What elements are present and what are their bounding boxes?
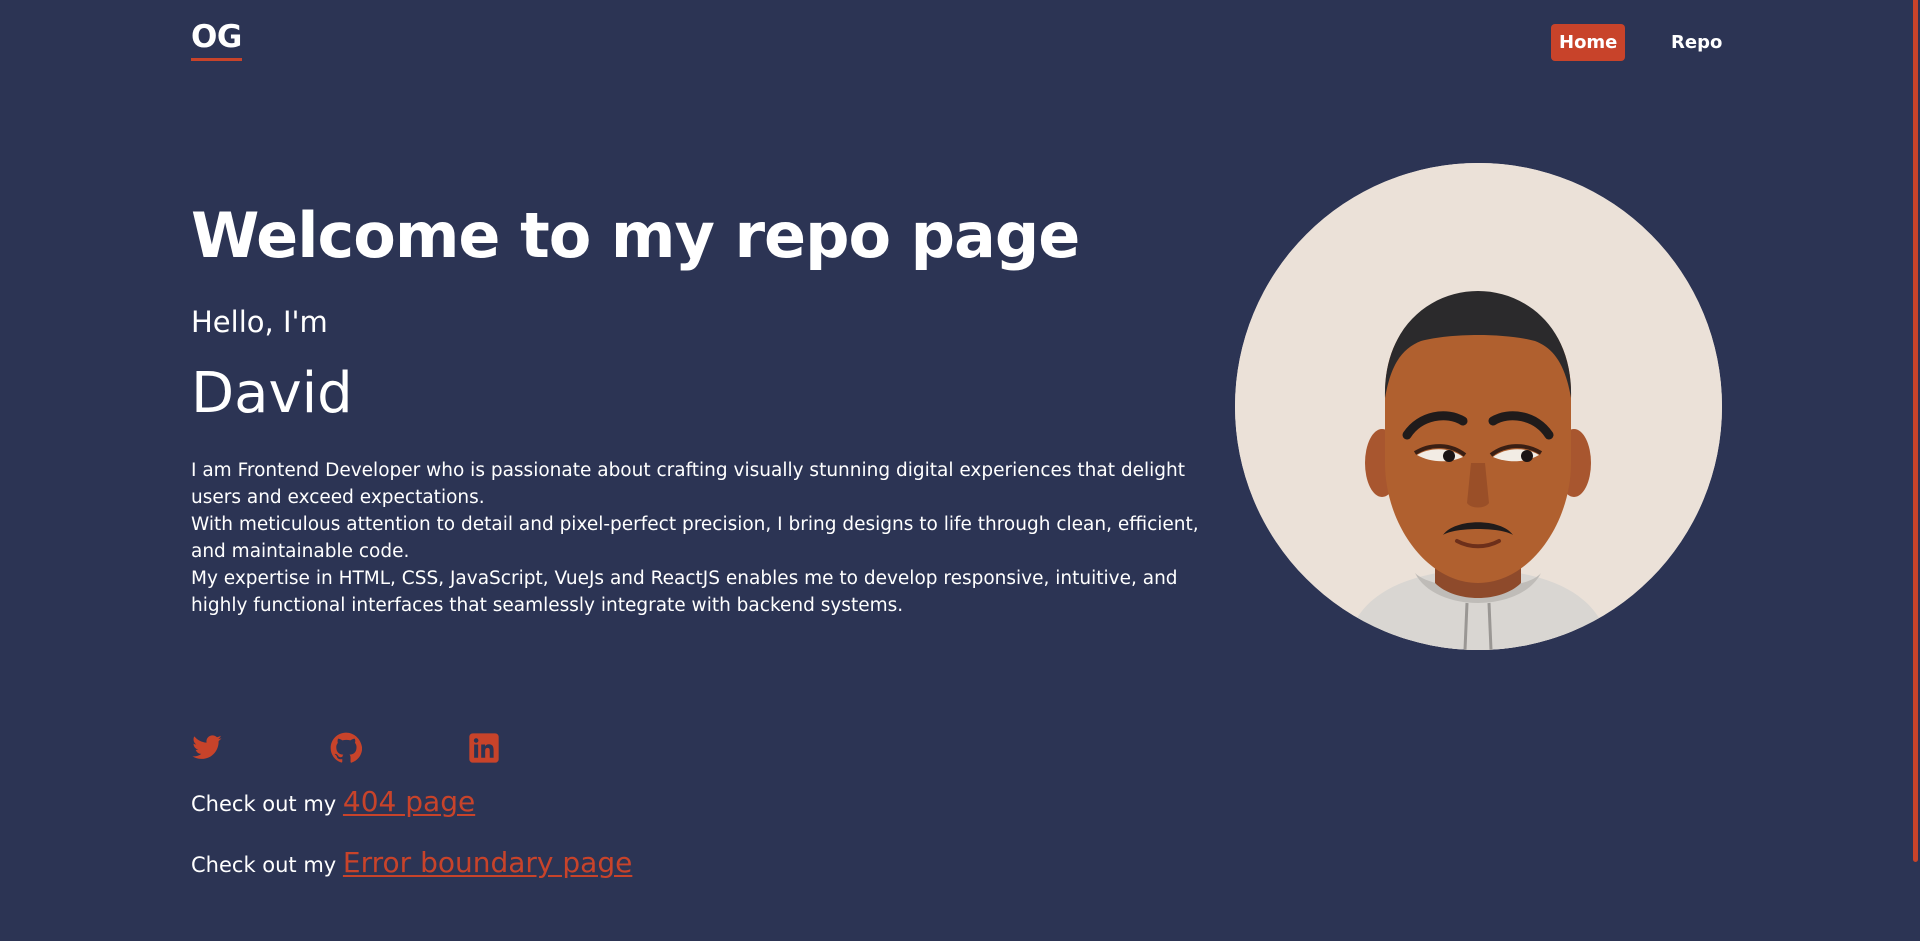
scrollbar[interactable]	[1913, 0, 1920, 941]
avatar-illustration	[1235, 163, 1722, 650]
notfound-page-link[interactable]: 404 page	[343, 785, 475, 818]
avatar	[1235, 163, 1722, 650]
twitter-link[interactable]	[191, 732, 223, 764]
linkedin-link[interactable]	[468, 732, 500, 764]
github-link[interactable]	[330, 732, 362, 764]
github-icon	[330, 732, 362, 763]
bio-paragraph: I am Frontend Developer who is passionat…	[191, 460, 1185, 508]
scrollbar-thumb[interactable]	[1913, 0, 1918, 862]
bio-paragraph: My expertise in HTML, CSS, JavaScript, V…	[191, 568, 1178, 616]
bio-paragraph: With meticulous attention to detail and …	[191, 514, 1199, 562]
error-boundary-prefix: Check out my	[191, 853, 337, 877]
notfound-prefix: Check out my	[191, 792, 337, 816]
bio: I am Frontend Developer who is passionat…	[191, 457, 1221, 619]
logo[interactable]: OG	[191, 20, 242, 62]
notfound-link-row: Check out my 404 page	[191, 784, 475, 820]
error-boundary-page-link[interactable]: Error boundary page	[343, 846, 632, 879]
greeting: Hello, I'm	[191, 305, 328, 339]
nav-repo-link[interactable]: Repo	[1671, 24, 1722, 61]
developer-name: David	[191, 361, 353, 426]
nav-home-link[interactable]: Home	[1551, 24, 1626, 61]
twitter-icon	[192, 735, 222, 759]
page-title: Welcome to my repo page	[191, 199, 1080, 272]
page: OG Home Repo Welcome to my repo page Hel…	[0, 0, 1920, 941]
top-nav: OG Home Repo	[0, 0, 1920, 84]
error-boundary-link-row: Check out my Error boundary page	[191, 845, 632, 881]
linkedin-icon	[469, 733, 499, 763]
